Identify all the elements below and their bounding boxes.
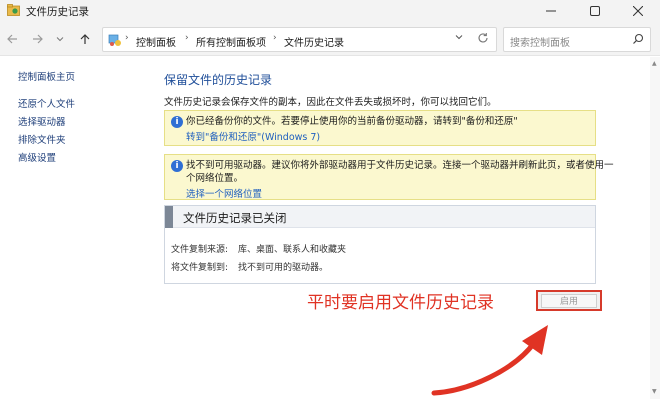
- search-input[interactable]: 搜索控制面板: [503, 27, 651, 52]
- maximize-icon: [590, 6, 600, 16]
- control-panel-icon: [108, 34, 121, 46]
- address-bar[interactable]: › 控制面板 › 所有控制面板项 › 文件历史记录: [102, 27, 497, 52]
- search-placeholder: 搜索控制面板: [510, 38, 570, 49]
- enable-button-highlight: 启用: [536, 290, 602, 311]
- refresh-icon: [478, 33, 488, 43]
- copy-from-label: 文件复制来源:: [171, 245, 229, 255]
- sidebar-item-control-panel-home[interactable]: 控制面板主页: [18, 69, 75, 83]
- minimize-icon: [546, 10, 556, 12]
- back-button[interactable]: [4, 31, 20, 47]
- breadcrumb-separator-icon: ›: [273, 33, 277, 43]
- sidebar-item-restore-files[interactable]: 还原个人文件: [18, 96, 75, 110]
- network-location-link[interactable]: 选择一个网络位置: [186, 186, 262, 200]
- arrow-right-icon: [33, 34, 43, 44]
- address-dropdown-button[interactable]: [455, 33, 463, 44]
- info-icon: i: [171, 116, 183, 128]
- status-title: 文件历史记录已关闭: [183, 211, 287, 225]
- drive-info-line1: 找不到可用驱动器。建议你将外部驱动器用于文件历史记录。连接一个驱动器并刷新此页，…: [186, 160, 614, 171]
- refresh-button[interactable]: [477, 32, 489, 47]
- chevron-down-icon: [455, 35, 463, 40]
- sidebar-item-select-drive[interactable]: 选择驱动器: [18, 114, 66, 128]
- annotation-arrow-icon: [431, 325, 548, 396]
- drive-info-box: i 找不到可用驱动器。建议你将外部驱动器用于文件历史记录。连接一个驱动器并刷新此…: [164, 154, 614, 200]
- arrow-up-icon: [80, 34, 90, 44]
- vertical-scrollbar[interactable]: [650, 57, 660, 399]
- main-content: 保留文件的历史记录 文件历史记录会保存文件的副本，因此在文件丢失或损坏时，你可以…: [150, 57, 650, 399]
- backup-info-text: 你已经备份你的文件。若要停止使用你的当前备份驱动器，请转到"备份和还原": [186, 116, 518, 127]
- info-icon: i: [171, 160, 183, 172]
- status-panel: 文件历史记录已关闭 文件复制来源: 库、桌面、联系人和收藏夹 将文件复制到: 找…: [164, 205, 596, 284]
- enable-button[interactable]: 启用: [541, 293, 597, 308]
- arrow-left-icon: [7, 34, 17, 44]
- backup-restore-link[interactable]: 转到"备份和还原"(Windows 7): [186, 129, 320, 143]
- annotation-text: 平时要启用文件历史记录: [307, 293, 494, 313]
- breadcrumb-separator-icon: ›: [125, 33, 129, 43]
- breadcrumb-file-history[interactable]: 文件历史记录: [284, 34, 344, 49]
- backup-info-box: i 你已经备份你的文件。若要停止使用你的当前备份驱动器，请转到"备份和还原" 转…: [164, 110, 596, 146]
- sidebar: 控制面板主页 还原个人文件 选择驱动器 排除文件夹 高级设置: [0, 57, 150, 399]
- chevron-down-icon: [56, 37, 64, 42]
- file-history-icon: [7, 4, 20, 16]
- copy-from-value: 库、桌面、联系人和收藏夹: [238, 245, 347, 255]
- status-indicator: [165, 206, 173, 228]
- breadcrumb-all-items[interactable]: 所有控制面板项: [196, 34, 266, 49]
- copy-to-label: 将文件复制到:: [171, 263, 229, 273]
- page-title: 保留文件的历史记录: [164, 73, 273, 87]
- status-header: 文件历史记录已关闭: [165, 206, 595, 228]
- title-bar: 文件历史记录: [0, 0, 660, 22]
- recent-locations-button[interactable]: [52, 31, 68, 47]
- copy-to-value: 找不到可用的驱动器。: [238, 263, 329, 273]
- scroll-up-icon[interactable]: ▲: [652, 60, 657, 67]
- navigation-bar: › 控制面板 › 所有控制面板项 › 文件历史记录 搜索控制面板: [0, 22, 660, 56]
- drive-info-line2: 个网络位置。: [186, 173, 244, 184]
- up-button[interactable]: [77, 31, 93, 47]
- sidebar-item-exclude-folders[interactable]: 排除文件夹: [18, 132, 66, 146]
- window-title: 文件历史记录: [26, 6, 89, 18]
- breadcrumb-control-panel[interactable]: 控制面板: [136, 34, 176, 49]
- scroll-down-icon[interactable]: ▼: [652, 388, 657, 395]
- sidebar-item-advanced-settings[interactable]: 高级设置: [18, 150, 56, 164]
- page-description: 文件历史记录会保存文件的副本，因此在文件丢失或损坏时，你可以找回它们。: [164, 97, 497, 108]
- search-icon: [633, 33, 644, 44]
- close-icon: [633, 6, 643, 16]
- forward-button[interactable]: [30, 31, 46, 47]
- maximize-button[interactable]: [573, 0, 617, 22]
- breadcrumb-separator-icon: ›: [185, 33, 189, 43]
- minimize-button[interactable]: [529, 0, 573, 22]
- close-button[interactable]: [616, 0, 660, 22]
